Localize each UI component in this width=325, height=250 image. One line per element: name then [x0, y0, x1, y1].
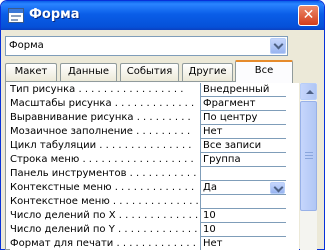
property-value[interactable]: Нет: [200, 125, 286, 139]
grip-icon: [305, 152, 313, 153]
property-label: Контекстное меню . . . . . . . . . . . .…: [10, 196, 199, 207]
chevron-down-icon: [274, 186, 282, 192]
property-label: Масштабы рисунка . . . . . . . . . . . .…: [10, 98, 195, 109]
property-value[interactable]: [200, 195, 286, 209]
tab-layout[interactable]: Макет: [5, 63, 57, 81]
value-dropdown-button[interactable]: [270, 182, 285, 194]
combo-dropdown-button[interactable]: [270, 38, 286, 54]
grip-icon: [305, 158, 313, 159]
property-label: Выравнивание рисунка . . . . . . . . .: [10, 112, 191, 123]
object-selector-combo[interactable]: Форма: [5, 36, 288, 56]
form-icon: [8, 8, 24, 23]
scroll-up-button[interactable]: [300, 83, 317, 100]
title-bar[interactable]: Форма ✕: [1, 1, 324, 30]
property-value[interactable]: Группа: [200, 153, 286, 167]
property-value: Да: [203, 182, 217, 193]
property-row[interactable]: Панель инструментов . . . . . . . . . . …: [10, 167, 299, 181]
property-label: Число делений по X . . . . . . . . . . .…: [10, 210, 199, 221]
property-row[interactable]: Контекстные меню . . . . . . . . . . . .…: [10, 181, 299, 195]
property-label: Мозаичное заполнение . . . . . . . . .: [10, 126, 191, 137]
property-row[interactable]: Число делений по Y . . . . . . . . . . .…: [10, 223, 299, 237]
property-row[interactable]: Тип рисунка . . . . . . . . . . . . . . …: [10, 83, 299, 97]
property-label: Число делений по Y . . . . . . . . . . .…: [10, 224, 198, 235]
tab-events[interactable]: События: [120, 63, 179, 81]
window-title: Форма: [29, 7, 80, 22]
property-value[interactable]: Фрагмент: [200, 97, 286, 111]
property-value[interactable]: Все записи: [200, 139, 286, 153]
property-label: Тип рисунка . . . . . . . . . . . . . . …: [10, 84, 184, 95]
property-row[interactable]: Контекстное меню . . . . . . . . . . . .…: [10, 195, 299, 209]
property-row[interactable]: Формат для печати . . . . . . . . . . . …: [10, 237, 299, 250]
property-value[interactable]: Внедренный: [200, 83, 286, 97]
tab-other[interactable]: Другие: [182, 63, 233, 81]
property-value[interactable]: Нет: [200, 237, 286, 250]
property-row[interactable]: Масштабы рисунка . . . . . . . . . . . .…: [10, 97, 299, 111]
grip-icon: [305, 155, 313, 156]
arrow-up-icon: [306, 90, 314, 94]
property-label: Панель инструментов . . . . . . . . . . …: [10, 168, 200, 179]
property-row[interactable]: Число делений по X . . . . . . . . . . .…: [10, 209, 299, 223]
property-label: Формат для печати . . . . . . . . . . . …: [10, 238, 196, 249]
property-tabs: Макет Данные События Другие Все: [5, 60, 295, 82]
property-value[interactable]: 10: [200, 223, 286, 237]
vertical-scrollbar[interactable]: [300, 83, 317, 250]
property-label: Контекстные меню . . . . . . . . . . . .…: [10, 182, 195, 193]
property-row[interactable]: Строка меню . . . . . . . . . . . . . . …: [10, 153, 299, 167]
scroll-thumb[interactable]: [300, 101, 317, 211]
property-value-dropdown[interactable]: Да: [200, 181, 286, 195]
property-label: Строка меню . . . . . . . . . . . . . . …: [10, 154, 194, 165]
close-button[interactable]: ✕: [298, 5, 319, 26]
chevron-down-icon: [274, 43, 282, 49]
tab-data[interactable]: Данные: [60, 63, 117, 81]
object-selector-value: Форма: [9, 40, 44, 51]
property-row[interactable]: Цикл табуляции . . . . . . . . . . . . .…: [10, 139, 299, 153]
property-row[interactable]: Выравнивание рисунка . . . . . . . . . П…: [10, 111, 299, 125]
tab-all[interactable]: Все: [235, 60, 293, 82]
property-grid: Тип рисунка . . . . . . . . . . . . . . …: [10, 83, 299, 250]
property-value[interactable]: По центру: [200, 111, 286, 125]
property-value[interactable]: [200, 167, 286, 181]
property-row[interactable]: Мозаичное заполнение . . . . . . . . . Н…: [10, 125, 299, 139]
property-label: Цикл табуляции . . . . . . . . . . . . .…: [10, 140, 192, 151]
property-value[interactable]: 10: [200, 209, 286, 223]
